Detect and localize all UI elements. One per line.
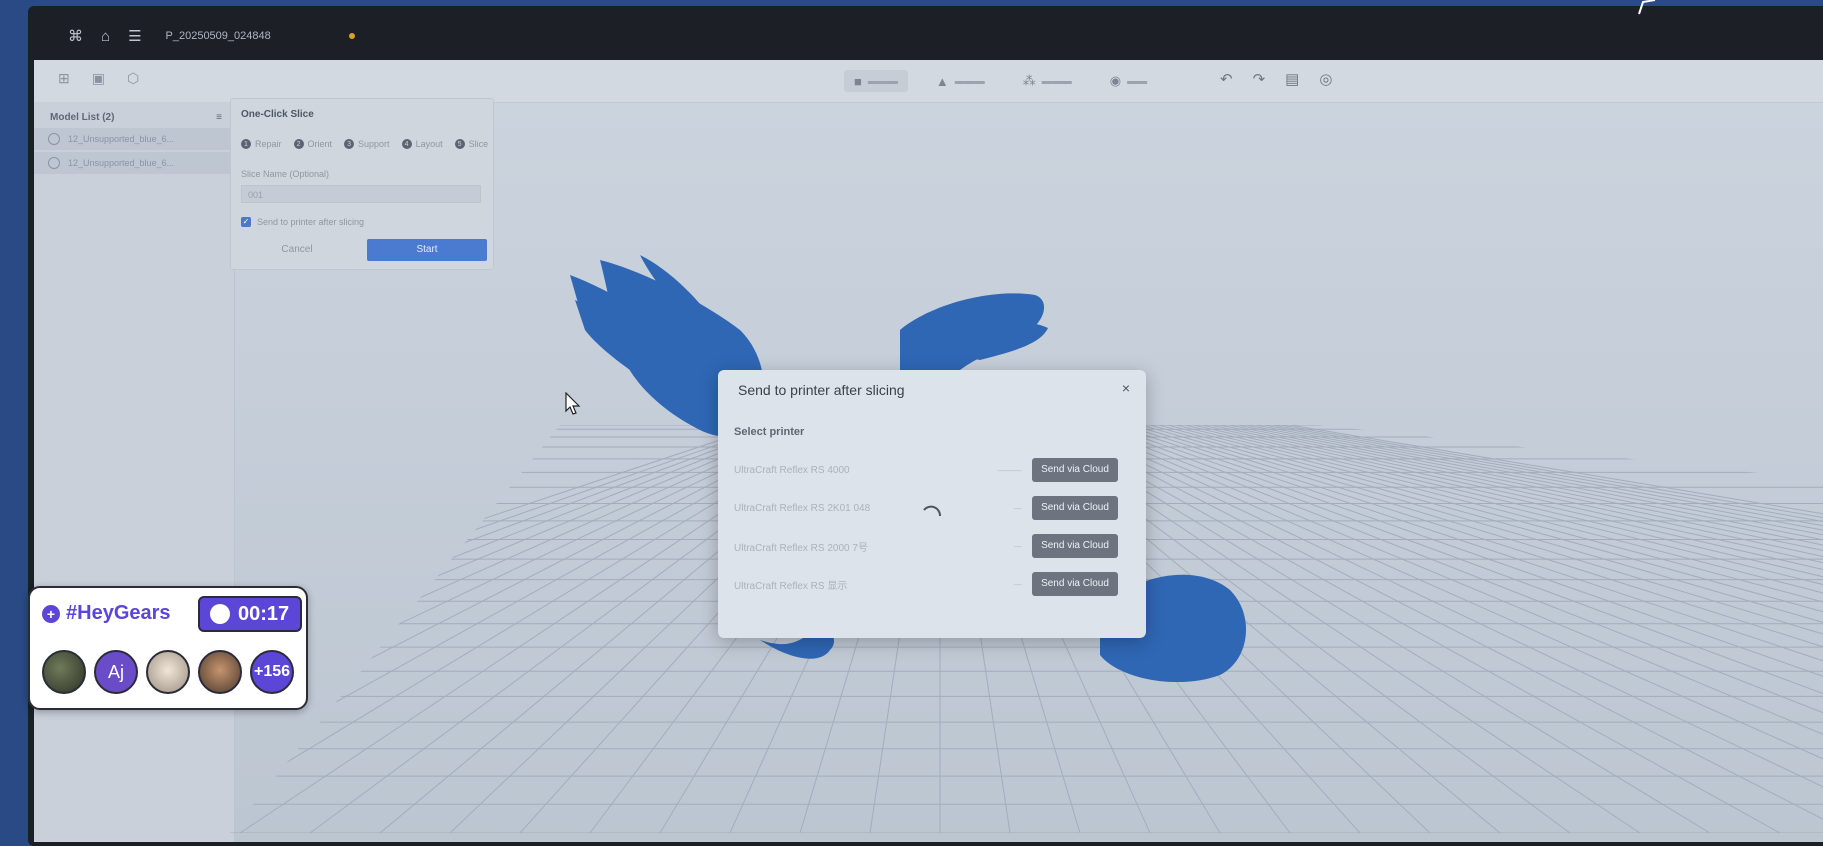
step-repair: 1 Repair [241, 139, 282, 149]
step-support: 3 Support [344, 139, 390, 149]
send-via-cloud-button[interactable]: Send via Cloud [1032, 534, 1118, 558]
slice-name-label: Slice Name (Optional) [241, 169, 330, 179]
printer-status: — [1014, 541, 1022, 551]
printer-name: UltraCraft Reflex RS 2000 7号 [734, 542, 868, 554]
printer-row[interactable]: UltraCraft Reflex RS 2000 7号 — Send via … [734, 534, 1118, 558]
step-layout: 4 Layout [401, 139, 443, 149]
send-via-cloud-button[interactable]: Send via Cloud [1032, 458, 1118, 482]
select-printer-label: Select printer [734, 426, 805, 438]
printer-name: UltraCraft Reflex RS 显示 [734, 580, 848, 592]
slice-steps: 1 Repair 2 Orient 3 Support 4 Layout 5 Slice [241, 139, 488, 149]
dialog-title: Send to printer after slicing [738, 382, 905, 398]
slice-name-input[interactable]: 001 [241, 185, 481, 203]
clock-icon [210, 604, 230, 624]
viewer-count-badge: +156 [250, 650, 294, 694]
printer-status: — [1014, 579, 1022, 589]
panel-title: One-Click Slice [241, 109, 314, 120]
printer-name: UltraCraft Reflex RS 4000 [734, 464, 850, 476]
send-after-slicing-checkbox[interactable]: ✓ Send to printer after slicing [241, 217, 364, 227]
step-orient: 2 Orient [293, 139, 332, 149]
printer-row[interactable]: UltraCraft Reflex RS 4000 ——— Send via C… [734, 458, 1118, 482]
avatar [146, 650, 190, 694]
stream-overlay: + #HeyGears 00:17 Aj +156 [28, 586, 308, 710]
avatar [42, 650, 86, 694]
printer-status: — [1014, 503, 1022, 513]
send-via-cloud-button[interactable]: Send via Cloud [1032, 496, 1118, 520]
printer-status: ——— [998, 465, 1022, 475]
mouse-cursor-icon [565, 392, 581, 415]
hashtag-text: #HeyGears [66, 602, 171, 624]
viewer-avatars: Aj +156 [42, 650, 294, 694]
start-button[interactable]: Start [367, 239, 487, 261]
hashtag-badge: + #HeyGears [42, 602, 171, 625]
avatar [198, 650, 242, 694]
cancel-button[interactable]: Cancel [241, 239, 353, 261]
send-via-cloud-button[interactable]: Send via Cloud [1032, 572, 1118, 596]
checkbox-checked-icon[interactable]: ✓ [241, 217, 251, 227]
loading-spinner-icon [923, 505, 942, 517]
printer-row[interactable]: UltraCraft Reflex RS 显示 — Send via Cloud [734, 572, 1118, 596]
plus-icon: + [42, 604, 60, 623]
avatar: Aj [94, 650, 138, 694]
one-click-slice-panel: One-Click Slice 1 Repair 2 Orient 3 Support… [230, 98, 494, 270]
corner-arrow-icon [1638, 0, 1656, 15]
step-slice: 5 Slice [454, 139, 488, 149]
timer-value: 00:17 [238, 602, 290, 625]
stream-timer: 00:17 [198, 596, 302, 632]
close-icon[interactable]: × [1122, 380, 1130, 396]
